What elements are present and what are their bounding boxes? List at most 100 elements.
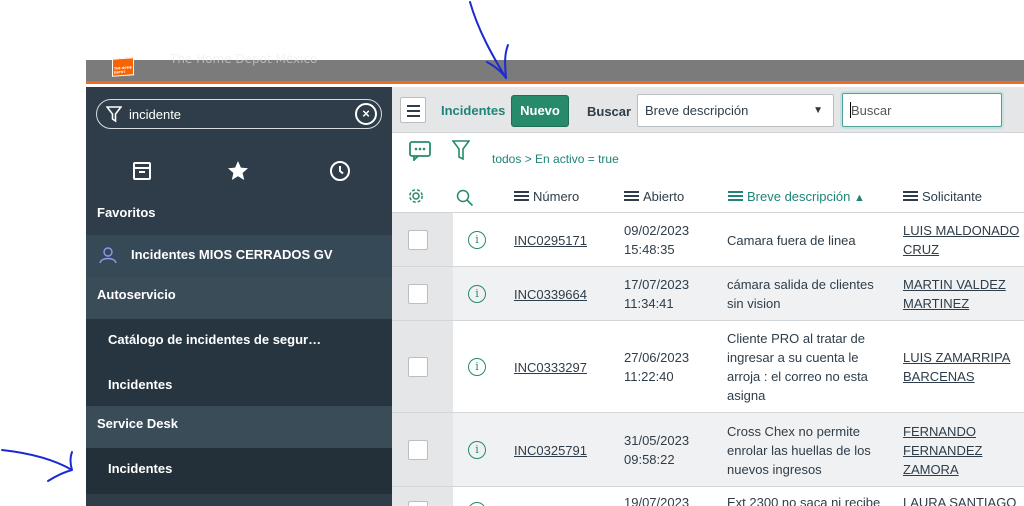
- caller-link-line[interactable]: LUIS MALDONADO: [903, 221, 1019, 240]
- opened-cell: 27/06/2023 11:22:40: [624, 348, 689, 386]
- column-breve-descripcion[interactable]: Breve descripción ▲: [728, 189, 865, 204]
- info-icon[interactable]: i: [468, 358, 486, 376]
- column-menu-icon: [903, 191, 918, 201]
- row-checkbox[interactable]: [408, 284, 428, 304]
- chat-icon[interactable]: [409, 141, 431, 161]
- caller-link-line[interactable]: LAURA SANTIAGO: [903, 493, 1016, 506]
- clear-filter-icon[interactable]: ×: [355, 103, 377, 125]
- search-icon[interactable]: [456, 189, 474, 207]
- row-select-cell: [392, 321, 453, 412]
- caller-link-line[interactable]: FERNANDEZ: [903, 441, 982, 460]
- opened-cell-line: 11:22:40: [624, 369, 674, 384]
- description-cell-line: asigna: [727, 388, 766, 403]
- breadcrumb-row: todos > En activo = true: [392, 133, 1024, 167]
- row-select-cell: [392, 413, 453, 486]
- opened-cell-line: 09:58:22: [624, 452, 675, 467]
- nav-item-incidentes-mios-cerrados[interactable]: Incidentes MIOS CERRADOS GV: [86, 235, 392, 277]
- nav-item-label: Incidentes MIOS CERRADOS GV: [131, 247, 333, 262]
- info-icon[interactable]: i: [468, 441, 486, 459]
- caller-link-line[interactable]: FERNANDO: [903, 422, 982, 441]
- nav-section-label: Service Desk: [97, 416, 178, 431]
- caller-link[interactable]: LAURA SANTIAGO: [903, 493, 1016, 506]
- navigator-filter-input[interactable]: incidente ×: [96, 99, 382, 129]
- funnel-icon[interactable]: [452, 139, 470, 161]
- info-icon[interactable]: i: [468, 502, 486, 506]
- opened-cell: 17/07/2023 11:34:41: [624, 275, 689, 313]
- opened-cell-line: 09/02/2023: [624, 223, 690, 238]
- caller-link[interactable]: MARTIN VALDEZ MARTINEZ: [903, 275, 1006, 313]
- nav-section-autoservicio[interactable]: Autoservicio: [86, 277, 392, 319]
- screen: { "banner": { "title": "The Home Depot M…: [0, 0, 1024, 506]
- new-button[interactable]: Nuevo: [511, 95, 569, 127]
- list-menu-button[interactable]: [400, 97, 426, 123]
- nav-next-section: [86, 494, 392, 506]
- breadcrumb[interactable]: todos > En activo = true: [492, 152, 619, 166]
- opened-cell-line: 17/07/2023: [624, 277, 690, 292]
- row-select-cell: [392, 267, 453, 320]
- description-cell: Ext 2300 no saca ni recibe: [727, 493, 880, 506]
- table-row[interactable]: i INC0295171 09/02/2023 15:48:35 Camara fuer…: [392, 213, 1024, 267]
- logo-text: THE HOME DEPOT: [114, 65, 132, 75]
- filter-value: incidente: [129, 107, 182, 122]
- search-placeholder: Buscar: [851, 103, 892, 118]
- nav-section-favoritos[interactable]: Favoritos: [86, 195, 392, 235]
- row-checkbox[interactable]: [408, 357, 428, 377]
- opened-cell: 31/05/2023 09:58:22: [624, 431, 689, 469]
- info-icon[interactable]: i: [468, 285, 486, 303]
- description-cell-line: arroja : el correo no esta: [727, 369, 868, 384]
- row-checkbox[interactable]: [408, 230, 428, 250]
- search-field-value: Breve descripción: [645, 103, 749, 118]
- column-numero[interactable]: Número: [514, 189, 579, 204]
- column-solicitante[interactable]: Solicitante: [903, 189, 982, 204]
- column-label: Breve descripción: [747, 189, 851, 204]
- caller-link[interactable]: FERNANDO FERNANDEZ ZAMORA: [903, 422, 982, 479]
- row-checkbox[interactable]: [408, 440, 428, 460]
- description-cell-line: sin vision: [727, 296, 781, 311]
- row-select-cell: [392, 213, 453, 266]
- app-banner: THE HOME DEPOT The Home Depot México: [86, 52, 1024, 84]
- gear-icon[interactable]: [407, 187, 425, 205]
- star-icon[interactable]: [226, 159, 250, 183]
- list-title[interactable]: Incidentes: [441, 103, 505, 118]
- incident-number-link[interactable]: INC0295171: [514, 231, 587, 250]
- nav-item-catalogo-incidentes[interactable]: Catálogo de incidentes de segur…: [86, 319, 392, 364]
- table-row[interactable]: i INC0325791 31/05/2023 09:58:22 Cross Chex …: [392, 413, 1024, 487]
- caller-link-line[interactable]: LUIS ZAMARRIPA: [903, 348, 1010, 367]
- caller-link-line[interactable]: ZAMORA: [903, 460, 982, 479]
- table-row[interactable]: i 19/07/2023 Ext 2300 no saca ni recibe LAU…: [392, 487, 1024, 506]
- caller-link-line[interactable]: CRUZ: [903, 240, 1019, 259]
- caller-link-line[interactable]: MARTINEZ: [903, 294, 1006, 313]
- caller-link-line[interactable]: MARTIN VALDEZ: [903, 275, 1006, 294]
- description-cell-line: enrolar las huellas de los: [727, 443, 871, 458]
- caller-link-line[interactable]: BARCENAS: [903, 367, 1010, 386]
- incident-number-link[interactable]: INC0339664: [514, 285, 587, 304]
- description-cell: cámara salida de clientes sin vision: [727, 275, 874, 313]
- incident-number-link[interactable]: INC0333297: [514, 358, 587, 377]
- description-cell: Cliente PRO al tratar de ingresar a su cu…: [727, 329, 868, 405]
- search-field-select[interactable]: Breve descripción ▼: [637, 94, 834, 127]
- nav-section-service-desk[interactable]: Service Desk: [86, 406, 392, 448]
- description-cell: Cross Chex no permite enrolar las huellas…: [727, 422, 871, 479]
- search-input[interactable]: Buscar: [842, 93, 1002, 127]
- caller-link[interactable]: LUIS MALDONADO CRUZ: [903, 221, 1019, 259]
- nav-item-incidentes-autoservicio[interactable]: Incidentes: [86, 364, 392, 406]
- column-abierto[interactable]: Abierto: [624, 189, 684, 204]
- history-clock-icon[interactable]: [328, 159, 352, 183]
- nav-item-incidentes-service-desk[interactable]: Incidentes: [86, 448, 392, 494]
- info-icon[interactable]: i: [468, 231, 486, 249]
- column-menu-icon: [624, 191, 639, 201]
- incident-list: Incidentes Nuevo Buscar Breve descripció…: [392, 87, 1024, 506]
- navigator-sidebar: incidente × Favoritos Incidentes MIOS CE…: [86, 87, 392, 506]
- nav-item-label: Catálogo de incidentes de segur…: [108, 332, 322, 347]
- column-menu-icon: [728, 191, 743, 201]
- nav-item-label: Incidentes: [108, 461, 173, 476]
- row-checkbox[interactable]: [408, 501, 428, 506]
- caller-link[interactable]: LUIS ZAMARRIPA BARCENAS: [903, 348, 1010, 386]
- annotation-arrow-left: [1, 449, 73, 482]
- table-row[interactable]: i INC0333297 27/06/2023 11:22:40 Cliente PRO…: [392, 321, 1024, 413]
- table-row[interactable]: i INC0339664 17/07/2023 11:34:41 cámara sali…: [392, 267, 1024, 321]
- archive-icon[interactable]: [130, 159, 154, 183]
- description-cell-line: nuevos ingresos: [727, 462, 822, 477]
- incident-number-link[interactable]: INC0325791: [514, 441, 587, 460]
- sort-ascending-icon: ▲: [853, 192, 865, 204]
